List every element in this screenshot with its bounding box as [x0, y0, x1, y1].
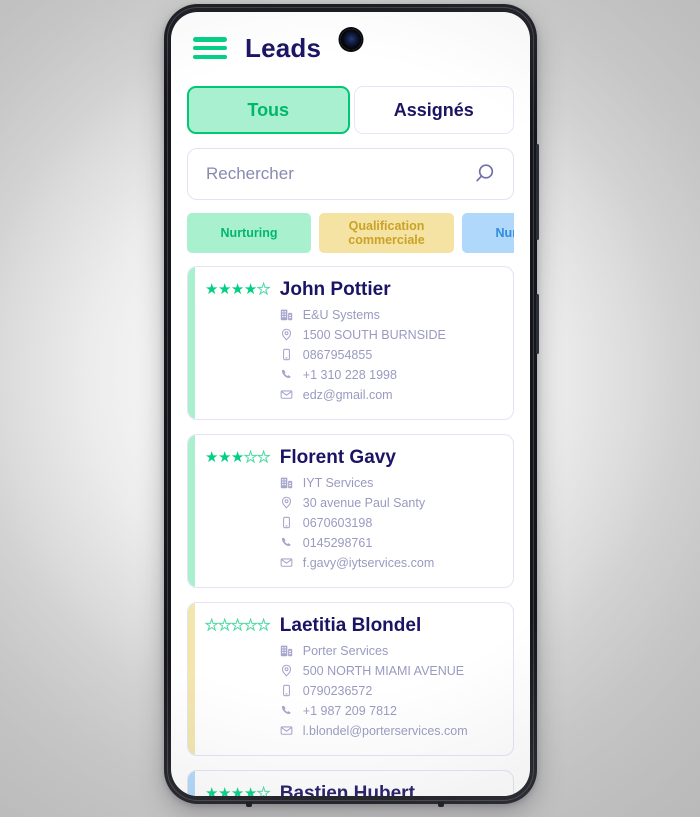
- building-icon: [280, 644, 294, 657]
- lead-phone-row: +1 310 228 1998: [280, 365, 501, 385]
- lead-mobile-row: 0867954855: [280, 345, 501, 365]
- lead-mobile: 0670603198: [302, 515, 373, 530]
- lead-phone: +1 310 228 1998: [302, 367, 397, 382]
- lead-email-row: f.gavy@iytservices.com: [280, 553, 501, 573]
- phone-handset-icon: [280, 368, 294, 381]
- lead-address: 30 avenue Paul Santy: [302, 495, 426, 510]
- lead-name: Florent Gavy: [279, 446, 396, 468]
- lead-status-accent-bar: [188, 770, 195, 796]
- phone-device-frame: Leads Tous Assignés Rechercher Nurturing…: [164, 4, 539, 807]
- search-bar[interactable]: [187, 148, 514, 200]
- lead-rating-stars: ★★★★★: [205, 281, 271, 298]
- chip-nurturing-green[interactable]: Nurturing: [187, 213, 311, 253]
- status-filter-chips: Nurturing Qualification commerciale Nurt…: [187, 213, 514, 253]
- lead-mobile: 0790236572: [302, 683, 373, 698]
- lead-rating-stars: ★★★★★: [205, 784, 271, 796]
- lead-card[interactable]: ★★★★★ John Pottier E&U Systems 1500 SOUT…: [187, 266, 514, 420]
- leads-app: Leads Tous Assignés Rechercher Nurturing…: [171, 12, 530, 796]
- lead-rating-stars: ★★★★★: [205, 448, 271, 466]
- lead-company: Porter Services: [302, 643, 389, 658]
- lead-company-row: Porter Services: [280, 641, 501, 661]
- location-pin-icon: [280, 664, 294, 677]
- envelope-icon: [280, 724, 294, 737]
- lead-mobile-row: 0790236572: [280, 681, 501, 701]
- lead-status-accent-bar: [188, 434, 195, 587]
- chip-label: Qualification commerciale: [348, 218, 425, 247]
- lead-mobile: 0867954855: [302, 347, 373, 362]
- lead-email-row: l.blondel@porterservices.com: [280, 721, 501, 741]
- mobile-phone-icon: [280, 516, 294, 529]
- search-input[interactable]: [206, 164, 495, 184]
- lead-status-accent-bar: [188, 267, 195, 419]
- lead-phone-row: 0145298761: [280, 533, 501, 553]
- volume-button[interactable]: [536, 144, 539, 240]
- tab-tous[interactable]: Tous: [187, 86, 350, 134]
- phone-handset-icon: [280, 536, 294, 549]
- lead-email-row: edz@gmail.com: [280, 385, 501, 405]
- lead-address: 500 NORTH MIAMI AVENUE: [302, 663, 465, 678]
- phone-handset-icon: [280, 704, 294, 717]
- building-icon: [280, 476, 294, 489]
- hamburger-menu-icon[interactable]: [193, 37, 227, 59]
- hamburger-line: [193, 45, 227, 51]
- mobile-phone-icon: [280, 684, 294, 697]
- chip-qualification-commerciale[interactable]: Qualification commerciale: [319, 213, 454, 253]
- page-title: Leads: [245, 32, 322, 63]
- lead-email: l.blondel@porterservices.com: [302, 723, 468, 738]
- lead-address: 1500 SOUTH BURNSIDE: [302, 327, 446, 342]
- lead-company: E&U Systems: [302, 307, 380, 322]
- lead-phone: 0145298761: [302, 535, 373, 550]
- lead-card[interactable]: ★★★★★ Laetitia Blondel Porter Services 5…: [187, 601, 514, 756]
- tab-assignes[interactable]: Assignés: [353, 86, 514, 134]
- location-pin-icon: [280, 496, 294, 509]
- lead-name: John Pottier: [279, 279, 391, 300]
- lead-email: f.gavy@iytservices.com: [302, 555, 435, 570]
- lead-rating-stars: ★★★★★: [205, 616, 271, 634]
- chip-label: Nurturing: [495, 225, 514, 240]
- lead-address-row: 30 avenue Paul Santy: [280, 493, 501, 513]
- chip-nurturing-blue[interactable]: Nurturing: [462, 213, 514, 253]
- phone-screen: Leads Tous Assignés Rechercher Nurturing…: [171, 12, 530, 796]
- lead-name: Bastien Hubert: [279, 782, 415, 796]
- lead-company-row: E&U Systems: [280, 305, 501, 325]
- lead-mobile-row: 0670603198: [280, 513, 501, 533]
- lead-address-row: 1500 SOUTH BURNSIDE: [280, 325, 501, 345]
- lead-email: edz@gmail.com: [302, 387, 393, 402]
- power-button[interactable]: [536, 294, 539, 354]
- lead-company: IYT Services: [302, 475, 374, 490]
- envelope-icon: [280, 388, 294, 401]
- lead-phone: +1 987 209 7812: [302, 703, 397, 718]
- hamburger-line: [193, 54, 227, 59]
- lead-company-row: IYT Services: [280, 473, 501, 493]
- envelope-icon: [280, 556, 294, 569]
- page-background: Leads Tous Assignés Rechercher Nurturing…: [0, 0, 700, 817]
- building-icon: [280, 308, 294, 321]
- lead-card[interactable]: ★★★★★ Florent Gavy IYT Services 30 avenu…: [187, 433, 514, 588]
- location-pin-icon: [280, 328, 294, 341]
- search-icon[interactable]: [472, 162, 496, 186]
- lead-card[interactable]: ★★★★★ Bastien Hubert: [187, 769, 514, 796]
- lead-name: Laetitia Blondel: [279, 614, 422, 636]
- lead-phone-row: +1 987 209 7812: [280, 701, 501, 721]
- lead-address-row: 500 NORTH MIAMI AVENUE: [280, 661, 501, 681]
- leads-list[interactable]: ★★★★★ John Pottier E&U Systems 1500 SOUT…: [187, 266, 514, 796]
- phone-bottom-nub-right: [438, 802, 444, 807]
- chip-label: Nurturing: [220, 225, 278, 240]
- hamburger-line: [193, 37, 227, 42]
- front-camera-punch-hole: [340, 29, 361, 50]
- segmented-tabs: Tous Assignés: [187, 86, 514, 134]
- mobile-phone-icon: [280, 348, 294, 361]
- lead-status-accent-bar: [188, 602, 195, 755]
- phone-bottom-nub-left: [246, 802, 252, 807]
